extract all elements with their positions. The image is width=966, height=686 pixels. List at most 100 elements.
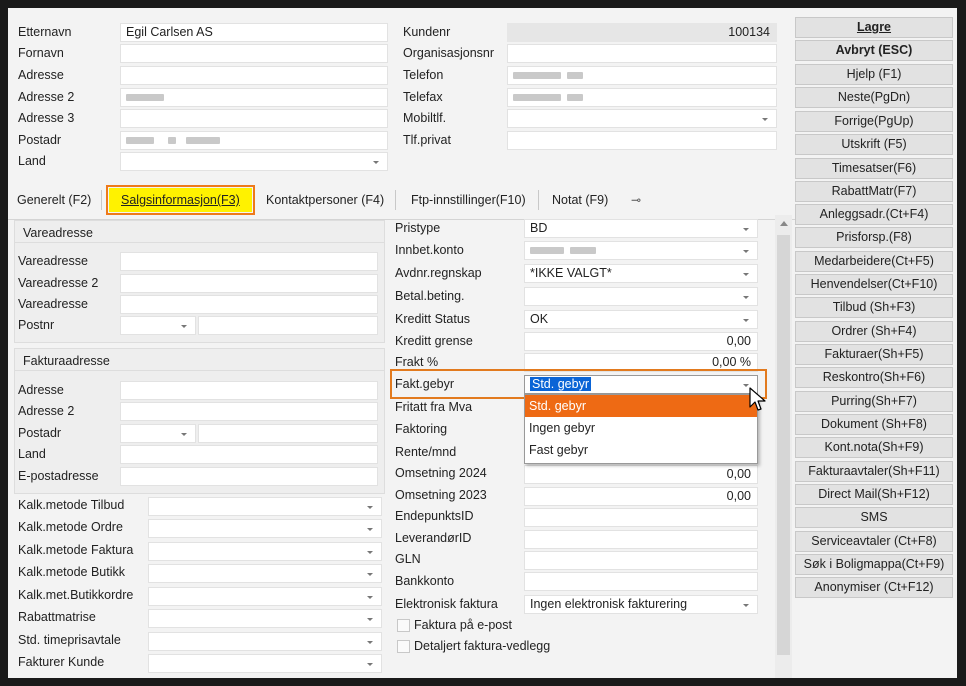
avbryt-button[interactable]: Avbryt (ESC)	[795, 40, 953, 61]
fakturaavtaler-button[interactable]: Fakturaavtaler(Sh+F11)	[795, 461, 953, 482]
hjelp-button[interactable]: Hjelp (F1)	[795, 64, 953, 85]
content-scrollbar[interactable]	[775, 215, 792, 678]
faktura-land-field[interactable]	[120, 445, 378, 464]
tab-ftp-innstillinger[interactable]: Ftp-innstillinger(F10)	[406, 188, 531, 212]
tab-generelt[interactable]: Generelt (F2)	[12, 188, 96, 212]
detaljert-vedlegg-label: Detaljert faktura-vedlegg	[414, 639, 551, 653]
kalk-tilbud-select[interactable]	[148, 497, 382, 516]
poststed-field[interactable]	[198, 316, 378, 335]
anonymiser-button[interactable]: Anonymiser (Ct+F12)	[795, 577, 953, 598]
kalk-butikkordre-label: Kalk.met.Butikkordre	[18, 588, 134, 602]
kalk-faktura-select[interactable]	[148, 542, 382, 561]
betal-beting-label: Betal.beting.	[395, 289, 465, 303]
epost-label: E-postadresse	[18, 469, 99, 483]
neste-button[interactable]: Neste(PgDn)	[795, 87, 953, 108]
boligmappa-button[interactable]: Søk i Boligmappa(Ct+F9)	[795, 554, 953, 575]
orgnr-field[interactable]	[507, 44, 777, 63]
fakturaadresse-title: Fakturaadresse	[23, 354, 110, 368]
rabattmatr-button[interactable]: RabattMatr(F7)	[795, 181, 953, 202]
etternavn-label: Etternavn	[18, 25, 72, 39]
kreditt-grense-label: Kreditt grense	[395, 334, 473, 348]
detaljert-vedlegg-checkbox[interactable]	[397, 640, 410, 653]
tab-notat[interactable]: Notat (F9)	[547, 188, 613, 212]
medarbeidere-button[interactable]: Medarbeidere(Ct+F5)	[795, 251, 953, 272]
kalk-ordre-select[interactable]	[148, 519, 382, 538]
tab-salgsinformasjon-label: Salgsinformasjon(F3)	[121, 193, 240, 207]
tab-salgsinformasjon[interactable]: Salgsinformasjon(F3)	[106, 185, 255, 215]
fakturaer-button[interactable]: Fakturaer(Sh+F5)	[795, 344, 953, 365]
kreditt-status-label: Kreditt Status	[395, 312, 471, 326]
gln-field[interactable]	[524, 551, 758, 570]
sms-button[interactable]: SMS	[795, 507, 953, 528]
faktura-adresse2-field[interactable]	[120, 402, 378, 421]
faktura-poststed-field[interactable]	[198, 424, 378, 443]
faktura-adresse2-label: Adresse 2	[18, 404, 75, 418]
fakt-gebyr-option[interactable]: Fast gebyr	[525, 439, 757, 461]
kalk-butikkordre-select[interactable]	[148, 587, 382, 606]
utskrift-button[interactable]: Utskrift (F5)	[795, 134, 953, 155]
mobil-select[interactable]	[507, 109, 777, 128]
telefon-field[interactable]	[507, 66, 777, 85]
purring-button[interactable]: Purring(Sh+F7)	[795, 391, 953, 412]
kontnota-button[interactable]: Kont.nota(Sh+F9)	[795, 437, 953, 458]
pristype-select[interactable]: BD	[524, 219, 758, 238]
forrige-button[interactable]: Forrige(PgUp)	[795, 111, 953, 132]
scroll-thumb[interactable]	[777, 235, 790, 655]
fakturer-kunde-select[interactable]	[148, 654, 382, 673]
endepunkt-field[interactable]	[524, 508, 758, 527]
rabattmatrise-select[interactable]	[148, 609, 382, 628]
adresse2-field[interactable]	[120, 88, 388, 107]
elfaktura-label: Elektronisk faktura	[395, 597, 498, 611]
postadr-field[interactable]	[120, 131, 388, 150]
elfaktura-select[interactable]: Ingen elektronisk fakturering	[524, 595, 758, 614]
bankkonto-field[interactable]	[524, 572, 758, 591]
tlfprivat-field[interactable]	[507, 131, 777, 150]
kalk-butikk-select[interactable]	[148, 564, 382, 583]
fakt-gebyr-option[interactable]: Ingen gebyr	[525, 417, 757, 439]
scroll-up-icon[interactable]	[780, 221, 788, 226]
adresse-field[interactable]	[120, 66, 388, 85]
adresse3-field[interactable]	[120, 109, 388, 128]
faktura-adresse-field[interactable]	[120, 381, 378, 400]
faktura-postnr-select[interactable]	[120, 424, 196, 443]
vareadresse-field[interactable]	[120, 252, 378, 271]
betal-beting-select[interactable]	[524, 287, 758, 306]
telefax-field[interactable]	[507, 88, 777, 107]
prisforsp-button[interactable]: Prisforsp.(F8)	[795, 227, 953, 248]
ordrer-button[interactable]: Ordrer (Sh+F4)	[795, 321, 953, 342]
kreditt-grense-field[interactable]: 0,00	[524, 332, 758, 351]
direct-mail-button[interactable]: Direct Mail(Sh+F12)	[795, 484, 953, 505]
faktura-epost-checkbox[interactable]	[397, 619, 410, 632]
etternavn-field[interactable]: Egil Carlsen AS	[120, 23, 388, 42]
tab-kontaktpersoner[interactable]: Kontaktpersoner (F4)	[261, 188, 389, 212]
vareadresse3-field[interactable]	[120, 295, 378, 314]
redacted-text	[126, 137, 154, 144]
epost-field[interactable]	[120, 467, 378, 486]
redacted-text	[168, 137, 176, 144]
serviceavtaler-button[interactable]: Serviceavtaler (Ct+F8)	[795, 531, 953, 552]
innbet-konto-select[interactable]	[524, 241, 758, 260]
fornavn-field[interactable]	[120, 44, 388, 63]
postnr-select[interactable]	[120, 316, 196, 335]
redacted-text	[186, 137, 220, 144]
avdnr-select[interactable]: *IKKE VALGT*	[524, 264, 758, 283]
dokument-button[interactable]: Dokument (Sh+F8)	[795, 414, 953, 435]
timeprisavtale-select[interactable]	[148, 632, 382, 651]
henvendelser-button[interactable]: Henvendelser(Ct+F10)	[795, 274, 953, 295]
fakt-gebyr-dropdown-list: Std. gebyr Ingen gebyr Fast gebyr	[524, 394, 758, 464]
leverandor-field[interactable]	[524, 530, 758, 549]
reskontro-button[interactable]: Reskontro(Sh+F6)	[795, 367, 953, 388]
lagre-button[interactable]: Lagre	[795, 17, 953, 38]
timesatser-button[interactable]: Timesatser(F6)	[795, 158, 953, 179]
pin-icon[interactable]: ⊸	[631, 193, 641, 207]
tilbud-button[interactable]: Tilbud (Sh+F3)	[795, 297, 953, 318]
faktura-postadr-label: Postadr	[18, 426, 62, 440]
fakturer-kunde-label: Fakturer Kunde	[18, 655, 105, 669]
fakt-gebyr-option[interactable]: Std. gebyr	[525, 395, 757, 417]
vareadresse2-field[interactable]	[120, 274, 378, 293]
customer-window: Etternavn Egil Carlsen AS Fornavn Adress…	[8, 8, 957, 678]
anleggsadr-button[interactable]: Anleggsadr.(Ct+F4)	[795, 204, 953, 225]
mobil-label: Mobiltlf.	[403, 111, 447, 125]
kreditt-status-select[interactable]: OK	[524, 310, 758, 329]
land-select[interactable]	[120, 152, 388, 171]
